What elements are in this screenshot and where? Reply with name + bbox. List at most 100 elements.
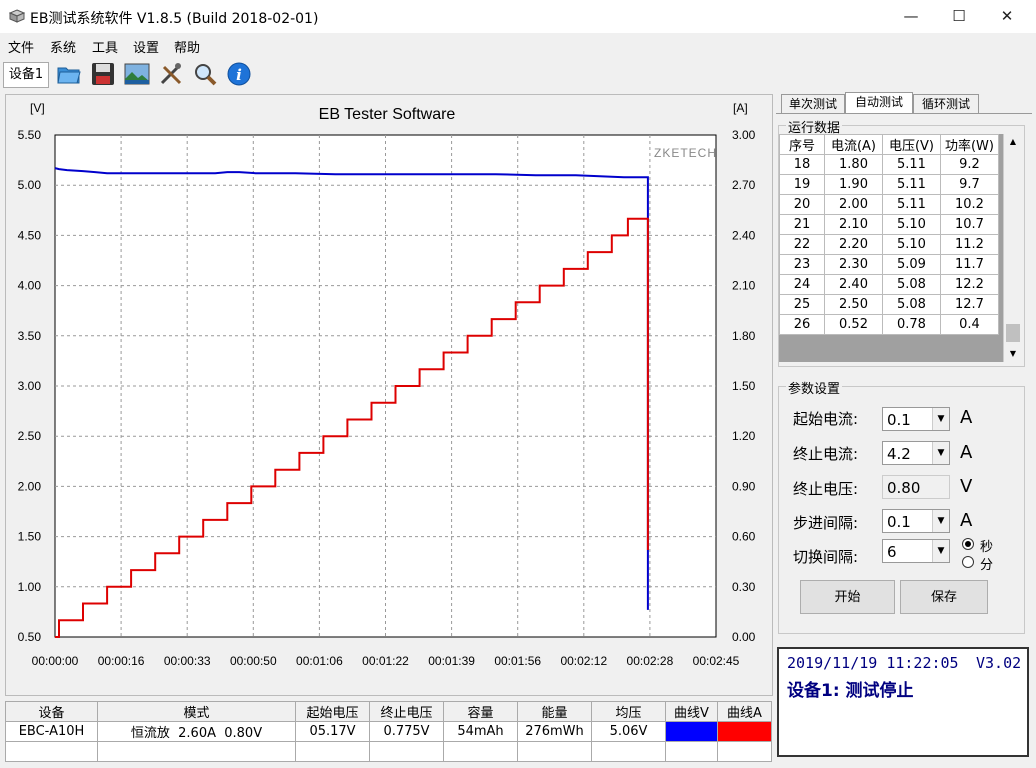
save-disk-icon[interactable] xyxy=(90,61,116,87)
switch-interval-select[interactable]: 6 ▼ xyxy=(882,539,950,563)
run-data-row[interactable]: 20 2.00 5.11 10.2 xyxy=(779,194,1000,215)
run-data-row[interactable]: 22 2.20 5.10 11.2 xyxy=(779,234,1000,255)
empty-cell xyxy=(295,741,370,762)
curve-a-color[interactable] xyxy=(717,721,772,742)
run-data-row[interactable]: 24 2.40 5.08 12.2 xyxy=(779,274,1000,295)
open-folder-icon[interactable] xyxy=(56,61,82,87)
run-data-cell: 5.10 xyxy=(881,234,941,255)
info-icon[interactable]: i xyxy=(226,61,252,87)
start-current-select[interactable]: 0.1 ▼ xyxy=(882,407,950,431)
menu-tools[interactable]: 工具 xyxy=(92,37,118,56)
y-right-tick-label: 3.00 xyxy=(732,128,756,142)
chevron-down-icon[interactable]: ▼ xyxy=(932,540,949,562)
scroll-down-icon[interactable]: ▼ xyxy=(1004,346,1022,362)
run-data-row[interactable]: 19 1.90 5.11 9.7 xyxy=(779,174,1000,195)
run-data-cell: 11.2 xyxy=(939,234,1000,255)
cell-end-voltage[interactable]: 0.775V xyxy=(369,721,444,742)
voltage-current-chart: 00:00:00 00:00:16 00:00:33 00:00:50 00:01:06… xyxy=(18,101,756,668)
y-left-tick-label: 4.50 xyxy=(18,228,42,242)
status-message: 设备1: 测试停止 xyxy=(787,681,914,701)
run-data-row[interactable]: 23 2.30 5.09 11.7 xyxy=(779,254,1000,275)
header-start-voltage: 起始电压 xyxy=(295,701,370,722)
scroll-up-icon[interactable]: ▲ xyxy=(1004,134,1022,150)
svg-text:i: i xyxy=(236,66,242,84)
cell-mode[interactable]: 恒流放 2.60A 0.80V xyxy=(97,721,296,742)
radio-seconds[interactable] xyxy=(962,538,974,550)
end-current-select[interactable]: 4.2 ▼ xyxy=(882,441,950,465)
run-data-cell: 9.2 xyxy=(939,154,1000,175)
scroll-thumb[interactable] xyxy=(1006,324,1020,342)
y-left-tick-label: 3.50 xyxy=(18,329,42,343)
step-select[interactable]: 0.1 ▼ xyxy=(882,509,950,533)
empty-cell xyxy=(517,741,592,762)
run-data-row[interactable]: 26 0.52 0.78 0.4 xyxy=(779,314,1000,335)
tab-loop-test[interactable]: 循环测试 xyxy=(913,94,979,114)
chevron-down-icon[interactable]: ▼ xyxy=(932,442,949,464)
run-data-cell: 5.08 xyxy=(881,274,941,295)
empty-cell xyxy=(369,741,444,762)
run-data-row[interactable]: 21 2.10 5.10 10.7 xyxy=(779,214,1000,235)
run-data-scrollbar[interactable]: ▲ ▼ xyxy=(1003,134,1022,362)
maximize-button[interactable]: ☐ xyxy=(936,0,982,33)
header-mode: 模式 xyxy=(97,701,296,722)
window-title: EB测试系统软件 V1.8.5 (Build 2018-02-01) xyxy=(30,11,319,27)
y-right-tick-label: 1.20 xyxy=(732,429,756,443)
end-voltage-input[interactable]: 0.80 xyxy=(882,475,950,499)
right-axis-unit: [A] xyxy=(733,101,748,115)
menu-help[interactable]: 帮助 xyxy=(174,37,200,56)
tab-auto-test[interactable]: 自动测试 xyxy=(845,92,913,114)
run-data-cell: 9.7 xyxy=(939,174,1000,195)
tab-single-test[interactable]: 单次测试 xyxy=(781,94,845,114)
run-data-row[interactable]: 18 1.80 5.11 9.2 xyxy=(779,154,1000,175)
run-data-cell: 2.00 xyxy=(824,194,883,215)
y-left-tick-label: 5.50 xyxy=(18,128,42,142)
step-label: 步进间隔: xyxy=(793,514,859,532)
y-right-tick-label: 0.00 xyxy=(732,630,756,644)
run-data-cell: 20 xyxy=(779,194,825,215)
empty-cell xyxy=(665,741,718,762)
header-end-voltage: 终止电压 xyxy=(369,701,444,722)
chevron-down-icon[interactable]: ▼ xyxy=(932,408,949,430)
y-right-tick-label: 1.50 xyxy=(732,379,756,393)
y-right-tick-label: 2.40 xyxy=(732,228,756,242)
save-button[interactable]: 保存 xyxy=(900,580,988,614)
x-tick-label: 00:02:28 xyxy=(627,654,674,668)
chevron-down-icon[interactable]: ▼ xyxy=(932,510,949,532)
close-button[interactable]: ✕ xyxy=(984,0,1030,33)
curve-v-color[interactable] xyxy=(665,721,718,742)
empty-cell xyxy=(591,741,666,762)
run-data-cell: 21 xyxy=(779,214,825,235)
cell-avg-voltage[interactable]: 5.06V xyxy=(591,721,666,742)
run-data-row[interactable]: 25 2.50 5.08 12.7 xyxy=(779,294,1000,315)
cell-capacity[interactable]: 54mAh xyxy=(443,721,518,742)
run-data-cell: 26 xyxy=(779,314,825,335)
tools-icon[interactable] xyxy=(158,61,184,87)
menu-settings[interactable]: 设置 xyxy=(133,37,159,56)
start-button[interactable]: 开始 xyxy=(800,580,895,614)
run-data-cell: 5.10 xyxy=(881,214,941,235)
landscape-image-icon[interactable] xyxy=(124,61,150,87)
cell-device[interactable]: EBC-A10H xyxy=(5,721,98,742)
y-right-tick-label: 0.30 xyxy=(732,580,756,594)
y-left-tick-label: 0.50 xyxy=(18,630,42,644)
run-data-cell: 5.08 xyxy=(881,294,941,315)
run-data-cell: 12.2 xyxy=(939,274,1000,295)
status-version: V3.02 xyxy=(976,654,1022,672)
start-current-label: 起始电流: xyxy=(793,410,859,428)
minimize-button[interactable]: — xyxy=(888,0,934,33)
device-tab[interactable]: 设备1 xyxy=(3,62,49,88)
left-axis-unit: [V] xyxy=(30,101,45,115)
radio-minutes[interactable] xyxy=(962,556,974,568)
run-data-cell: 2.30 xyxy=(824,254,883,275)
cell-start-voltage[interactable]: 05.17V xyxy=(295,721,370,742)
menu-file[interactable]: 文件 xyxy=(8,37,34,56)
x-tick-label: 00:02:12 xyxy=(560,654,607,668)
x-tick-label: 00:01:39 xyxy=(428,654,475,668)
col-voltage: 电压(V) xyxy=(881,134,941,155)
menu-system[interactable]: 系统 xyxy=(50,37,76,56)
x-tick-label: 00:00:50 xyxy=(230,654,277,668)
magnifier-icon[interactable] xyxy=(192,61,218,87)
cell-energy[interactable]: 276mWh xyxy=(517,721,592,742)
step-value: 0.1 xyxy=(887,513,911,531)
y-left-tick-label: 1.50 xyxy=(18,530,42,544)
